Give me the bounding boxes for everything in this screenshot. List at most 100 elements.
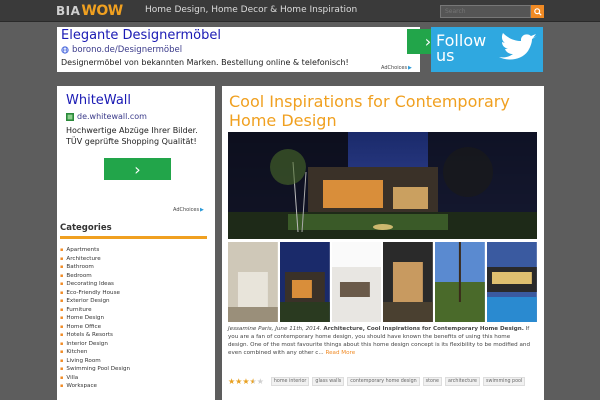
ad-url-text: borono.de/Designermöbel bbox=[72, 45, 183, 55]
follow-text: Follow us bbox=[436, 31, 487, 65]
sidebar-ad-url[interactable]: de.whitewall.com bbox=[66, 112, 147, 121]
article-title[interactable]: Cool Inspirations for Contemporary Home … bbox=[229, 92, 539, 130]
search-box bbox=[440, 5, 544, 18]
star-icon[interactable]: ★ bbox=[235, 377, 242, 386]
category-item[interactable]: ▪ Villa bbox=[60, 374, 130, 383]
category-label: Swimming Pool Design bbox=[66, 366, 131, 372]
thumbnail-image[interactable] bbox=[331, 242, 382, 322]
bullet-icon: ▪ bbox=[60, 272, 64, 279]
category-label: Home Design bbox=[66, 315, 105, 321]
sidebar-ad-description: Hochwertige Abzüge Ihrer Bilder. TÜV gep… bbox=[66, 126, 198, 146]
category-item[interactable]: ▪ Kitchen bbox=[60, 348, 130, 357]
hero-image[interactable] bbox=[228, 132, 537, 239]
bullet-icon: ▪ bbox=[60, 264, 64, 270]
thumbnail-image[interactable] bbox=[228, 242, 278, 322]
category-item[interactable]: ▪ Decorating Ideas bbox=[60, 280, 130, 289]
category-item[interactable]: ▪ Apartments bbox=[60, 246, 130, 255]
ad-url[interactable]: borono.de/Designermöbel bbox=[61, 45, 182, 55]
adchoices-icon: ▶ bbox=[200, 207, 204, 213]
category-item[interactable]: ▪ Bedroom bbox=[60, 272, 130, 281]
category-item[interactable]: ▪ Eco-Friendly House bbox=[60, 289, 130, 298]
category-item[interactable]: ▪ Exterior Design bbox=[60, 297, 130, 306]
sidebar-ad-headline[interactable]: WhiteWall bbox=[66, 93, 131, 108]
categories-underline bbox=[60, 236, 207, 239]
thumbnail-gallery bbox=[228, 242, 537, 322]
top-bar: BIA WOW Home Design, Home Decor & Home I… bbox=[0, 0, 600, 22]
bullet-icon: ▪ bbox=[60, 340, 64, 347]
thumbnail-image[interactable] bbox=[279, 242, 330, 322]
bullet-icon: ▪ bbox=[60, 383, 64, 389]
tag-link[interactable]: architecture bbox=[444, 377, 481, 386]
chevron-right-icon: › bbox=[134, 159, 141, 179]
tag-link[interactable]: stone bbox=[422, 377, 442, 386]
thumbnail-image[interactable] bbox=[487, 242, 537, 322]
twitter-bird-icon bbox=[499, 33, 537, 60]
bullet-icon: ▪ bbox=[60, 306, 64, 313]
read-more-link[interactable]: Read More bbox=[325, 350, 355, 356]
bullet-icon: ▪ bbox=[60, 315, 64, 321]
star-icon[interactable]: ★ bbox=[257, 377, 264, 386]
search-icon bbox=[533, 7, 542, 16]
category-item[interactable]: ▪ Home Office bbox=[60, 323, 130, 332]
bullet-icon: ▪ bbox=[60, 366, 64, 372]
sidebar-ad-go-button[interactable]: › bbox=[104, 158, 171, 180]
bullet-icon: ▪ bbox=[60, 255, 64, 262]
category-label: Decorating Ideas bbox=[66, 281, 114, 287]
tag-link[interactable]: contemporary home design bbox=[347, 377, 420, 386]
top-advertisement[interactable]: Elegante Designermöbel borono.de/Designe… bbox=[57, 27, 449, 72]
bullet-icon: ▪ bbox=[60, 281, 64, 287]
article-excerpt: Jessamine Paris, June 11th, 2014. Archit… bbox=[228, 325, 532, 357]
tag-link[interactable]: swimming pool bbox=[483, 377, 526, 386]
category-label: Living Room bbox=[66, 357, 101, 364]
category-label: Bathroom bbox=[66, 264, 94, 270]
search-input[interactable] bbox=[440, 5, 531, 18]
star-icon[interactable]: ★ bbox=[250, 377, 257, 386]
thumbnail-image[interactable] bbox=[435, 242, 486, 322]
category-item[interactable]: ▪ Bathroom bbox=[60, 263, 130, 272]
bullet-icon: ▪ bbox=[60, 349, 64, 355]
category-item[interactable]: ▪ Swimming Pool Design bbox=[60, 365, 130, 374]
star-rating[interactable]: ★ ★ ★ ★ ★ bbox=[228, 377, 264, 386]
sidebar-ad-url-text: de.whitewall.com bbox=[77, 112, 147, 121]
category-label: Kitchen bbox=[66, 349, 88, 355]
twitter-follow-banner[interactable]: Follow us bbox=[431, 27, 543, 72]
article-date: Jessamine Paris, June 11th, 2014. bbox=[228, 326, 322, 332]
search-button[interactable] bbox=[531, 5, 544, 18]
adchoices-label[interactable]: AdChoices ▶ bbox=[381, 65, 412, 71]
category-label: Workspace bbox=[66, 383, 97, 389]
tag-list: home interior glass walls contemporary hom… bbox=[270, 377, 526, 386]
article-meta: ★ ★ ★ ★ ★ home interior glass walls contempora… bbox=[228, 377, 538, 386]
globe-icon bbox=[61, 46, 69, 54]
bullet-icon: ▪ bbox=[60, 247, 64, 253]
category-item[interactable]: ▪ Furniture bbox=[60, 306, 130, 315]
bullet-icon: ▪ bbox=[60, 323, 64, 330]
sidebar-advertisement[interactable]: WhiteWall de.whitewall.com Hochwertige A… bbox=[57, 86, 215, 216]
category-label: Bedroom bbox=[66, 272, 92, 279]
category-label: Interior Design bbox=[66, 340, 108, 347]
thumbnail-image[interactable] bbox=[383, 242, 434, 322]
category-item[interactable]: ▪ Home Design bbox=[60, 314, 130, 323]
category-item[interactable]: ▪ Interior Design bbox=[60, 340, 130, 349]
ad-headline[interactable]: Elegante Designermöbel bbox=[61, 28, 221, 43]
star-icon[interactable]: ★ bbox=[228, 377, 235, 386]
article-lead: Architecture, Cool Inspirations for Cont… bbox=[323, 326, 524, 332]
category-label: Villa bbox=[66, 374, 79, 381]
site-logo[interactable]: BIA WOW bbox=[56, 2, 123, 20]
category-item[interactable]: ▪ Workspace bbox=[60, 382, 130, 391]
category-label: Exterior Design bbox=[66, 298, 110, 304]
category-label: Furniture bbox=[66, 306, 92, 313]
bullet-icon: ▪ bbox=[60, 357, 64, 364]
category-item[interactable]: ▪ Hotels & Resorts bbox=[60, 331, 130, 340]
tag-link[interactable]: home interior bbox=[270, 377, 310, 386]
main-content: Cool Inspirations for Contemporary Home … bbox=[222, 86, 544, 400]
logo-bia-text: BIA bbox=[56, 4, 81, 18]
category-list: ▪ Apartments ▪ Architecture ▪ Bathroom ▪ Bedroo… bbox=[60, 246, 130, 391]
bullet-icon: ▪ bbox=[60, 298, 64, 304]
star-icon[interactable]: ★ bbox=[242, 377, 249, 386]
category-item[interactable]: ▪ Architecture bbox=[60, 255, 130, 264]
category-label: Home Office bbox=[66, 323, 102, 330]
sidebar-adchoices-label[interactable]: AdChoices ▶ bbox=[173, 207, 204, 213]
tag-link[interactable]: glass walls bbox=[312, 377, 345, 386]
category-label: Eco-Friendly House bbox=[66, 289, 120, 296]
category-item[interactable]: ▪ Living Room bbox=[60, 357, 130, 366]
